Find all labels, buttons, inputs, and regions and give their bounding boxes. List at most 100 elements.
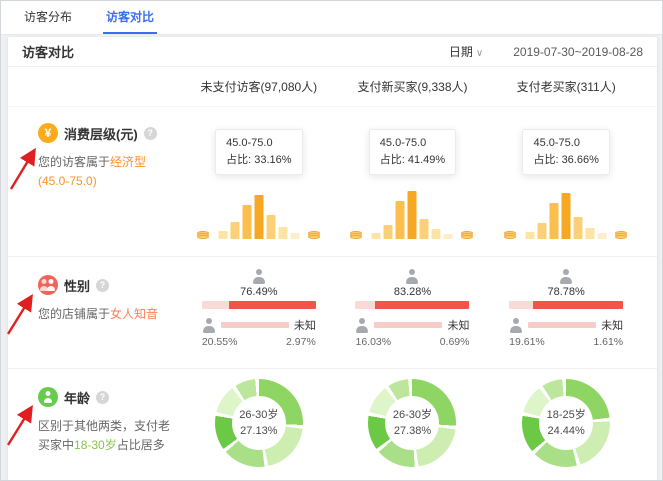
- age-donut-chart: 26-30岁 27.13%: [215, 379, 303, 467]
- yuan-icon: ¥: [38, 123, 58, 143]
- range-tooltip: 45.0-75.0 占比: 33.16%: [215, 129, 302, 175]
- consumption-cell-repeat-buyers: 45.0-75.0 占比: 36.66%: [489, 107, 643, 256]
- male-percentage: 19.61%: [509, 336, 545, 348]
- female-icon: [405, 269, 419, 284]
- unknown-label: 未知: [294, 317, 316, 333]
- gender-title: 性别: [64, 276, 90, 295]
- row-age: 年龄 ? 区别于其他两类，支付老买家中18-30岁占比居多 26-30岁 27.…: [8, 369, 657, 481]
- consumption-cell-new-buyers: 45.0-75.0 占比: 41.49%: [336, 107, 490, 256]
- consumption-bar-chart: [218, 195, 299, 239]
- age-donut-chart: 18-25岁 24.44%: [522, 379, 610, 467]
- male-bar: [374, 322, 442, 328]
- consumption-desc-prefix: 您的访客属于: [38, 155, 110, 169]
- coin-stack-icon: [197, 233, 210, 239]
- unknown-percentage: 0.69%: [440, 336, 470, 348]
- male-percentage: 16.03%: [355, 336, 391, 348]
- female-bar: [202, 301, 316, 309]
- male-icon: [355, 318, 369, 333]
- male-icon: [509, 318, 523, 333]
- date-dropdown-label: 日期: [449, 45, 473, 59]
- help-icon[interactable]: ?: [96, 391, 109, 404]
- unknown-percentage: 1.61%: [593, 336, 623, 348]
- date-range-picker[interactable]: 2019-07-30~2019-08-28: [513, 45, 643, 59]
- male-percentage: 20.55%: [202, 336, 238, 348]
- age-cell-repeat-buyers: 18-25岁 24.44%: [489, 369, 643, 481]
- row-consumption-level: ¥ 消费层级(元) ? 您的访客属于经济型(45.0-75.0) 45.0-75…: [8, 107, 657, 257]
- gender-description: 您的店铺属于女人知音: [38, 305, 170, 324]
- tooltip-ratio: 占比: 36.66%: [533, 152, 598, 169]
- date-dropdown[interactable]: 日期∨: [449, 43, 483, 60]
- column-header-unpaid: 未支付访客(97,080人): [182, 78, 336, 95]
- female-percentage: 83.28%: [355, 286, 469, 298]
- column-header-repeat-buyers: 支付老买家(311人): [489, 78, 643, 95]
- donut-center-value: 24.44%: [548, 423, 585, 440]
- tab-visitor-distribution[interactable]: 访客分布: [21, 1, 75, 34]
- age-cell-new-buyers: 26-30岁 27.38%: [336, 369, 490, 481]
- gender-desc-prefix: 您的店铺属于: [38, 307, 110, 321]
- age-title: 年龄: [64, 388, 90, 407]
- gender-cell-unpaid: 76.49% 未知 20.55% 2.97%: [182, 257, 336, 368]
- tooltip-ratio: 占比: 41.49%: [380, 152, 445, 169]
- help-icon[interactable]: ?: [96, 279, 109, 292]
- age-cell-unpaid: 26-30岁 27.13%: [182, 369, 336, 481]
- tooltip-range: 45.0-75.0: [533, 135, 598, 152]
- chevron-down-icon: ∨: [476, 48, 483, 59]
- male-bar: [528, 322, 596, 328]
- gender-label-area: 性别 ? 您的店铺属于女人知音: [22, 257, 182, 368]
- female-percentage: 78.78%: [509, 286, 623, 298]
- age-description: 区别于其他两类，支付老买家中18-30岁占比居多: [38, 417, 170, 455]
- female-bar: [355, 301, 469, 309]
- donut-center: 26-30岁 27.38%: [385, 396, 439, 450]
- card-title: 访客对比: [22, 42, 74, 61]
- tooltip-ratio: 占比: 33.16%: [226, 152, 291, 169]
- donut-center-label: 18-25岁: [547, 407, 586, 424]
- female-bar: [509, 301, 623, 309]
- donut-center-label: 26-30岁: [239, 407, 278, 424]
- donut-center-value: 27.13%: [240, 423, 277, 440]
- consumption-bar-chart: [526, 193, 607, 239]
- tab-visitor-comparison[interactable]: 访客对比: [103, 1, 157, 34]
- consumption-cell-unpaid: 45.0-75.0 占比: 33.16%: [182, 107, 336, 256]
- donut-center: 26-30岁 27.13%: [232, 396, 286, 450]
- tooltip-range: 45.0-75.0: [226, 135, 291, 152]
- tooltip-range: 45.0-75.0: [380, 135, 445, 152]
- coin-stack-icon: [350, 233, 363, 239]
- consumption-title: 消费层级(元): [64, 124, 138, 143]
- card-header: 访客对比 日期∨ 2019-07-30~2019-08-28: [8, 37, 657, 67]
- male-bar: [221, 322, 289, 328]
- unknown-percentage: 2.97%: [286, 336, 316, 348]
- age-icon: [38, 387, 58, 407]
- comparison-card: 访客对比 日期∨ 2019-07-30~2019-08-28 未支付访客(97,…: [8, 37, 657, 481]
- gender-icon: [38, 275, 58, 295]
- range-tooltip: 45.0-75.0 占比: 41.49%: [369, 129, 456, 175]
- date-area: 日期∨ 2019-07-30~2019-08-28: [449, 43, 643, 60]
- coin-stack-icon: [308, 233, 321, 239]
- consumption-label-area: ¥ 消费层级(元) ? 您的访客属于经济型(45.0-75.0): [22, 107, 182, 256]
- coin-stack-icon: [461, 233, 474, 239]
- unknown-label: 未知: [601, 317, 623, 333]
- female-icon: [252, 269, 266, 284]
- age-donut-chart: 26-30岁 27.38%: [368, 379, 456, 467]
- donut-center: 18-25岁 24.44%: [539, 396, 593, 450]
- gender-desc-highlight: 女人知音: [110, 307, 158, 321]
- donut-center-label: 26-30岁: [393, 407, 432, 424]
- column-header-row: 未支付访客(97,080人) 支付新买家(9,338人) 支付老买家(311人): [8, 67, 657, 107]
- age-desc-suffix: 占比居多: [117, 438, 165, 452]
- female-icon: [559, 269, 573, 284]
- visitor-comparison-page: 访客分布 访客对比 访客对比 日期∨ 2019-07-30~2019-08-28…: [0, 0, 663, 481]
- age-desc-highlight: 18-30岁: [74, 438, 117, 452]
- age-label-area: 年龄 ? 区别于其他两类，支付老买家中18-30岁占比居多: [22, 369, 182, 481]
- female-percentage: 76.49%: [202, 286, 316, 298]
- donut-center-value: 27.38%: [394, 423, 431, 440]
- help-icon[interactable]: ?: [144, 127, 157, 140]
- unknown-label: 未知: [447, 317, 469, 333]
- consumption-description: 您的访客属于经济型(45.0-75.0): [38, 153, 170, 191]
- row-gender: 性别 ? 您的店铺属于女人知音 76.49% 未知: [8, 257, 657, 369]
- coin-stack-icon: [504, 233, 517, 239]
- male-icon: [202, 318, 216, 333]
- tab-bar: 访客分布 访客对比: [1, 1, 662, 35]
- consumption-bar-chart: [372, 191, 453, 239]
- gender-cell-new-buyers: 83.28% 未知 16.03% 0.69%: [336, 257, 490, 368]
- range-tooltip: 45.0-75.0 占比: 36.66%: [522, 129, 609, 175]
- gender-cell-repeat-buyers: 78.78% 未知 19.61% 1.61%: [489, 257, 643, 368]
